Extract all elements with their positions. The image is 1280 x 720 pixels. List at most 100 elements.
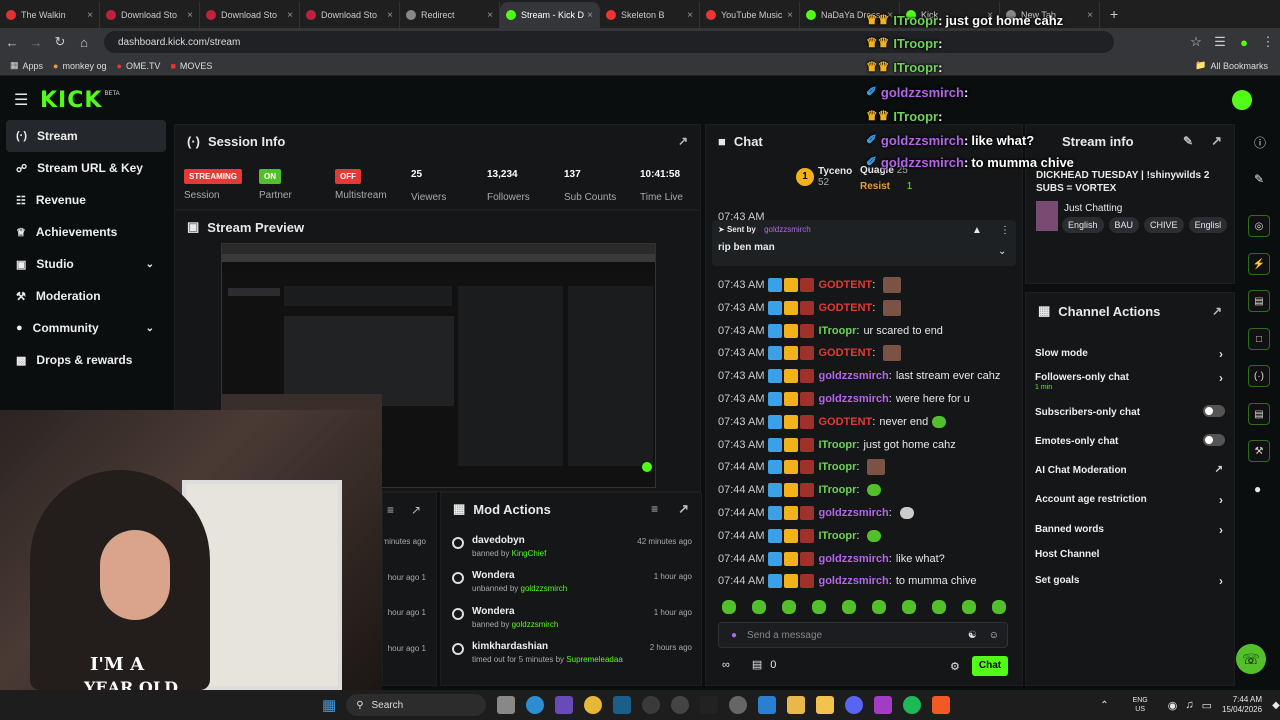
chat-username[interactable]: goldzzsmirch <box>818 507 888 519</box>
chat-message[interactable]: 07:43 AM GODTENT: <box>718 298 902 318</box>
top-user-3[interactable]: Resist 1 <box>860 181 912 192</box>
channel-action-banned-words[interactable]: Banned words › <box>1035 523 1225 537</box>
chat-message[interactable]: 07:43 AM goldzzsmirch: were here for u <box>718 389 970 409</box>
channel-action-host-channel[interactable]: Host Channel <box>1035 549 1225 560</box>
close-tab-icon[interactable]: × <box>687 10 693 21</box>
channel-action-set-goals[interactable]: Set goals › <box>1035 574 1225 588</box>
user-avatar[interactable] <box>1232 90 1252 110</box>
chat-username[interactable]: GODTENT <box>818 347 872 359</box>
quick-emote-icon[interactable] <box>902 600 916 614</box>
popout-icon[interactable]: ↗ <box>1211 133 1222 149</box>
quick-emote-icon[interactable] <box>722 600 736 614</box>
browser-tab[interactable]: Redirect × <box>400 2 500 28</box>
channel-action-slow-mode[interactable]: Slow mode › <box>1035 347 1225 361</box>
chat-username[interactable]: GODTENT <box>818 302 872 314</box>
pinned-message[interactable]: ➤ Sent by goldzzsmirch rip ben man ▲ ⋮ ⌄ <box>712 220 1016 266</box>
popout-icon[interactable]: ↗ <box>678 134 688 148</box>
battery-icon[interactable]: ▭ <box>1202 699 1212 712</box>
tray-chevron-icon[interactable]: ⌃ <box>1100 700 1108 711</box>
kick-logo[interactable]: KICK <box>40 88 102 113</box>
more-options-icon[interactable]: ⋮ <box>1000 225 1010 236</box>
new-tab-icon[interactable]: + <box>1110 6 1118 22</box>
chevron-down-icon[interactable]: ⌄ <box>146 259 154 270</box>
top-user-1[interactable]: 1 Tyceno 52 <box>796 166 852 188</box>
sidebar-item-revenue[interactable]: ☷ Revenue <box>0 184 172 216</box>
stream-tag[interactable]: Englisl <box>1188 217 1228 233</box>
popout-icon[interactable]: ↗ <box>678 501 689 517</box>
translate-icon[interactable]: ☯ <box>968 630 977 641</box>
rail-doc-icon[interactable]: ▤ <box>1248 290 1270 312</box>
close-tab-icon[interactable]: × <box>187 10 193 21</box>
chat-username[interactable]: GODTENT <box>818 279 872 291</box>
close-tab-icon[interactable]: × <box>487 10 493 21</box>
browser-tab[interactable]: Download Sto × <box>200 2 300 28</box>
lang-indicator[interactable]: ENG US <box>1133 696 1148 714</box>
chat-username[interactable]: ITroopr <box>818 461 856 473</box>
bookmark-monkey[interactable]: ● monkey og <box>53 61 106 71</box>
back-icon[interactable]: ← <box>0 35 24 50</box>
stream-tag[interactable]: CHIVE <box>1144 217 1184 233</box>
quick-emote-icon[interactable] <box>782 600 796 614</box>
rail-broadcast-icon[interactable]: (·) <box>1248 365 1270 387</box>
volume-icon[interactable]: ♫ <box>1185 699 1193 711</box>
all-bookmarks[interactable]: 📁 All Bookmarks <box>1195 60 1268 71</box>
notification-icon[interactable]: ◆ <box>1272 700 1280 711</box>
rail-bolt-icon[interactable]: ⚡ <box>1248 253 1270 275</box>
chat-username[interactable]: ITroopr <box>818 439 856 451</box>
edge-icon[interactable] <box>526 696 545 714</box>
toggle-switch[interactable] <box>1203 405 1225 417</box>
chat-message[interactable]: 07:44 AM goldzzsmirch: like what? <box>718 549 945 569</box>
taskview-icon[interactable] <box>497 696 516 714</box>
browser-tab[interactable]: The Walkin × <box>0 2 100 28</box>
browser-tab[interactable]: YouTube Music × <box>700 2 800 28</box>
close-tab-icon[interactable]: × <box>1087 10 1093 21</box>
chat-message[interactable]: 07:43 AM goldzzsmirch: last stream ever ca… <box>718 366 1000 386</box>
extensions-icon[interactable]: ☰ <box>1208 34 1232 50</box>
windows-start-icon[interactable]: ▦ <box>322 696 336 714</box>
mod-action-by[interactable]: Supremeleadaa <box>566 655 622 664</box>
filter-icon[interactable]: ≡ <box>651 502 658 516</box>
rail-mod-icon[interactable]: ▤ <box>1248 403 1270 425</box>
browser-tab[interactable]: Download Sto × <box>100 2 200 28</box>
support-button[interactable]: ☏ <box>1236 644 1266 674</box>
chevron-right-icon[interactable]: › <box>1219 347 1223 361</box>
channel-action-emotes-only-chat[interactable]: Emotes-only chat <box>1035 434 1225 447</box>
chevron-right-icon[interactable]: › <box>1219 523 1223 537</box>
spotify-icon[interactable] <box>903 696 922 714</box>
channel-action-account-age-restriction[interactable]: Account age restriction › <box>1035 493 1225 507</box>
browser-tab[interactable]: Stream - Kick D × <box>500 2 600 28</box>
emoji-icon[interactable]: ☺ <box>989 630 999 641</box>
browser-tab[interactable]: Skeleton B × <box>600 2 700 28</box>
unpin-icon[interactable]: ▲ <box>972 225 982 236</box>
sidebar-item-drops-rewards[interactable]: ▩ Drops & rewards <box>0 344 172 376</box>
category-label[interactable]: Just Chatting <box>1064 203 1122 214</box>
chat-message[interactable]: 07:43 AM ITroopr: ur scared to end <box>718 321 943 341</box>
filter-icon[interactable]: ≡ <box>387 503 394 517</box>
quick-emote-icon[interactable] <box>872 600 886 614</box>
mod-action-user[interactable]: davedobyn <box>472 535 525 546</box>
steam-icon[interactable] <box>613 696 632 714</box>
xbox-icon[interactable] <box>642 696 661 714</box>
expand-chevron-icon[interactable]: ⌄ <box>998 246 1006 257</box>
chat-input[interactable]: ● Send a message ☯ ☺ <box>718 622 1008 648</box>
chat-username[interactable]: ITroopr <box>818 530 856 542</box>
chevron-right-icon[interactable]: › <box>1219 493 1223 507</box>
chat-settings-icon[interactable]: ⚙ <box>950 660 960 673</box>
chrome-icon[interactable] <box>584 696 603 714</box>
channel-action-ai-chat-moderation[interactable]: AI Chat Moderation ↗ <box>1035 464 1225 476</box>
bookmark-ometv[interactable]: ● OME.TV <box>117 61 161 71</box>
close-tab-icon[interactable]: × <box>587 10 593 21</box>
quick-emote-icon[interactable] <box>932 600 946 614</box>
chat-message[interactable]: 07:44 AM ITroopr: <box>718 457 886 477</box>
sidebar-item-community[interactable]: ● Community ⌄ <box>0 312 172 344</box>
toggle-switch[interactable] <box>1203 434 1225 446</box>
mod-action-by[interactable]: goldzzsmirch <box>512 620 559 629</box>
edit-icon[interactable]: ✎ <box>1183 134 1193 148</box>
explorer-icon[interactable] <box>787 696 806 714</box>
clock[interactable]: 7:44 AM 15/04/2026 <box>1222 695 1262 715</box>
reload-icon[interactable]: ↻ <box>48 34 72 50</box>
sidebar-item-moderation[interactable]: ⚒ Moderation <box>0 280 172 312</box>
discord-icon[interactable] <box>845 696 864 714</box>
edit-icon[interactable]: ✎ <box>1254 172 1264 186</box>
close-tab-icon[interactable]: × <box>787 10 793 21</box>
